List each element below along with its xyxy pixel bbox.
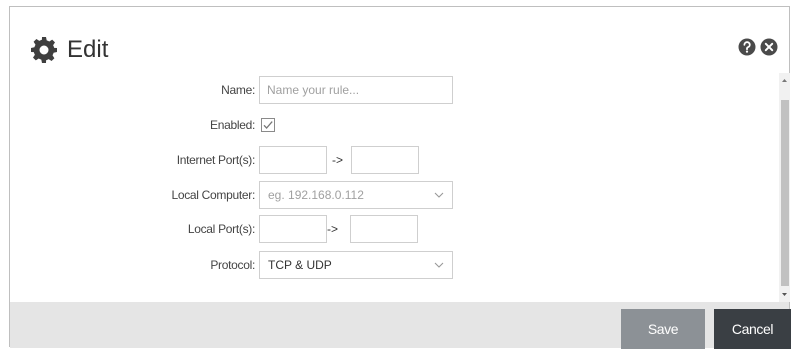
local-computer-placeholder: eg. 192.168.0.112 <box>268 188 364 202</box>
protocol-row: Protocol: TCP & UDP <box>10 251 779 279</box>
local-ports-row: Local Port(s): -> <box>10 215 779 243</box>
close-icon[interactable] <box>760 38 778 56</box>
cancel-button[interactable]: Cancel <box>714 309 791 349</box>
local-port-separator: -> <box>327 222 339 236</box>
internet-ports-row: Internet Port(s): -> <box>10 146 779 174</box>
rule-name-input[interactable] <box>259 76 453 104</box>
name-row: Name: <box>10 76 779 104</box>
internet-port-separator: -> <box>332 153 344 167</box>
scrollbar-thumb[interactable] <box>781 100 789 286</box>
checkmark-icon <box>263 121 273 129</box>
chevron-down-icon <box>434 192 444 198</box>
dialog-footer: Save Cancel <box>10 302 791 349</box>
local-computer-row: Local Computer: eg. 192.168.0.112 <box>10 181 779 209</box>
gear-icon <box>31 37 57 63</box>
help-icon[interactable] <box>738 38 756 56</box>
form-area: Name: Enabled: Internet Port(s): -> <box>10 73 789 302</box>
dialog-title: Edit <box>67 36 109 63</box>
internet-port-to-input[interactable] <box>351 146 419 174</box>
internet-ports-label: Internet Port(s): <box>176 153 256 167</box>
local-port-from-input[interactable] <box>259 215 327 243</box>
chevron-down-icon <box>434 262 444 268</box>
scroll-down-icon[interactable] <box>779 288 790 302</box>
local-ports-label: Local Port(s): <box>187 222 255 236</box>
protocol-select[interactable]: TCP & UDP <box>259 251 453 279</box>
edit-dialog: Edit Name: Enabled: <box>9 6 791 349</box>
name-label: Name: <box>221 83 255 97</box>
protocol-selected-value: TCP & UDP <box>268 258 332 272</box>
scroll-up-icon[interactable] <box>779 73 790 87</box>
save-button[interactable]: Save <box>621 309 705 349</box>
internet-port-from-input[interactable] <box>259 146 327 174</box>
enabled-row: Enabled: <box>10 111 779 139</box>
local-computer-select[interactable]: eg. 192.168.0.112 <box>259 181 453 209</box>
vertical-scrollbar[interactable] <box>779 73 790 302</box>
local-computer-label: Local Computer: <box>171 188 255 202</box>
local-port-to-input[interactable] <box>350 215 418 243</box>
enabled-checkbox[interactable] <box>261 118 275 132</box>
enabled-label: Enabled: <box>210 118 255 132</box>
protocol-label: Protocol: <box>210 258 255 272</box>
